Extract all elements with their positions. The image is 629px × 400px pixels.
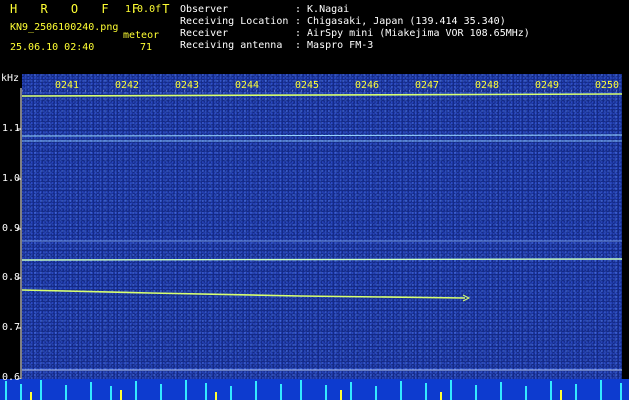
y-tick-label-5: 0.7 xyxy=(2,322,21,333)
header-panel: H R O F F T 1.0.0f KN9_2506100240.png me… xyxy=(0,0,629,74)
time-label-0243: 0243 xyxy=(175,80,200,91)
bottom-noise-band xyxy=(0,379,629,400)
time-label-0247: 0247 xyxy=(415,80,440,91)
time-label-0244: 0244 xyxy=(235,80,260,91)
trace-1-09 xyxy=(21,134,623,137)
y-tick-label-1: 1.1 xyxy=(2,123,21,134)
y-unit-label: kHz xyxy=(1,73,20,84)
observer-value: : K.Nagai xyxy=(295,4,350,15)
meteor-trace xyxy=(21,289,466,299)
receiver-label: Receiver xyxy=(180,28,229,39)
meteor-count: 71 xyxy=(140,42,153,53)
antenna-label: Receiving antenna xyxy=(180,40,283,51)
antenna-value: : Maspro FM-3 xyxy=(295,40,374,51)
receiver-value: : AirSpy mini (Miakejima VOR 108.65MHz) xyxy=(295,28,530,39)
y-tick-label-6: 0.6 xyxy=(2,372,21,383)
meteor-label: meteor xyxy=(123,30,160,41)
time-label-0245: 0245 xyxy=(295,80,320,91)
spectrogram-overlay xyxy=(0,88,629,400)
time-label-0241: 0241 xyxy=(55,80,80,91)
time-label-0246: 0246 xyxy=(355,80,380,91)
filename-label: KN9_2506100240.png xyxy=(10,22,119,33)
location-label: Receiving Location xyxy=(180,16,289,27)
y-tick-label-2: 1.0 xyxy=(2,173,21,184)
observer-label: Observer xyxy=(180,4,229,15)
trace-top-carrier xyxy=(21,93,623,97)
version-label: 1.0.0f xyxy=(125,4,162,15)
y-tick-label-3: 0.9 xyxy=(2,223,21,234)
datetime-label: 25.06.10 02:40 xyxy=(10,42,95,53)
time-label-0248: 0248 xyxy=(475,80,500,91)
location-value: : Chigasaki, Japan (139.414 35.340) xyxy=(295,16,506,27)
time-label-0250: 0250 xyxy=(595,80,620,91)
time-label-0249: 0249 xyxy=(535,80,560,91)
y-tick-label-4: 0.8 xyxy=(2,272,21,283)
time-label-0242: 0242 xyxy=(115,80,140,91)
trace-0-84 xyxy=(21,258,623,261)
